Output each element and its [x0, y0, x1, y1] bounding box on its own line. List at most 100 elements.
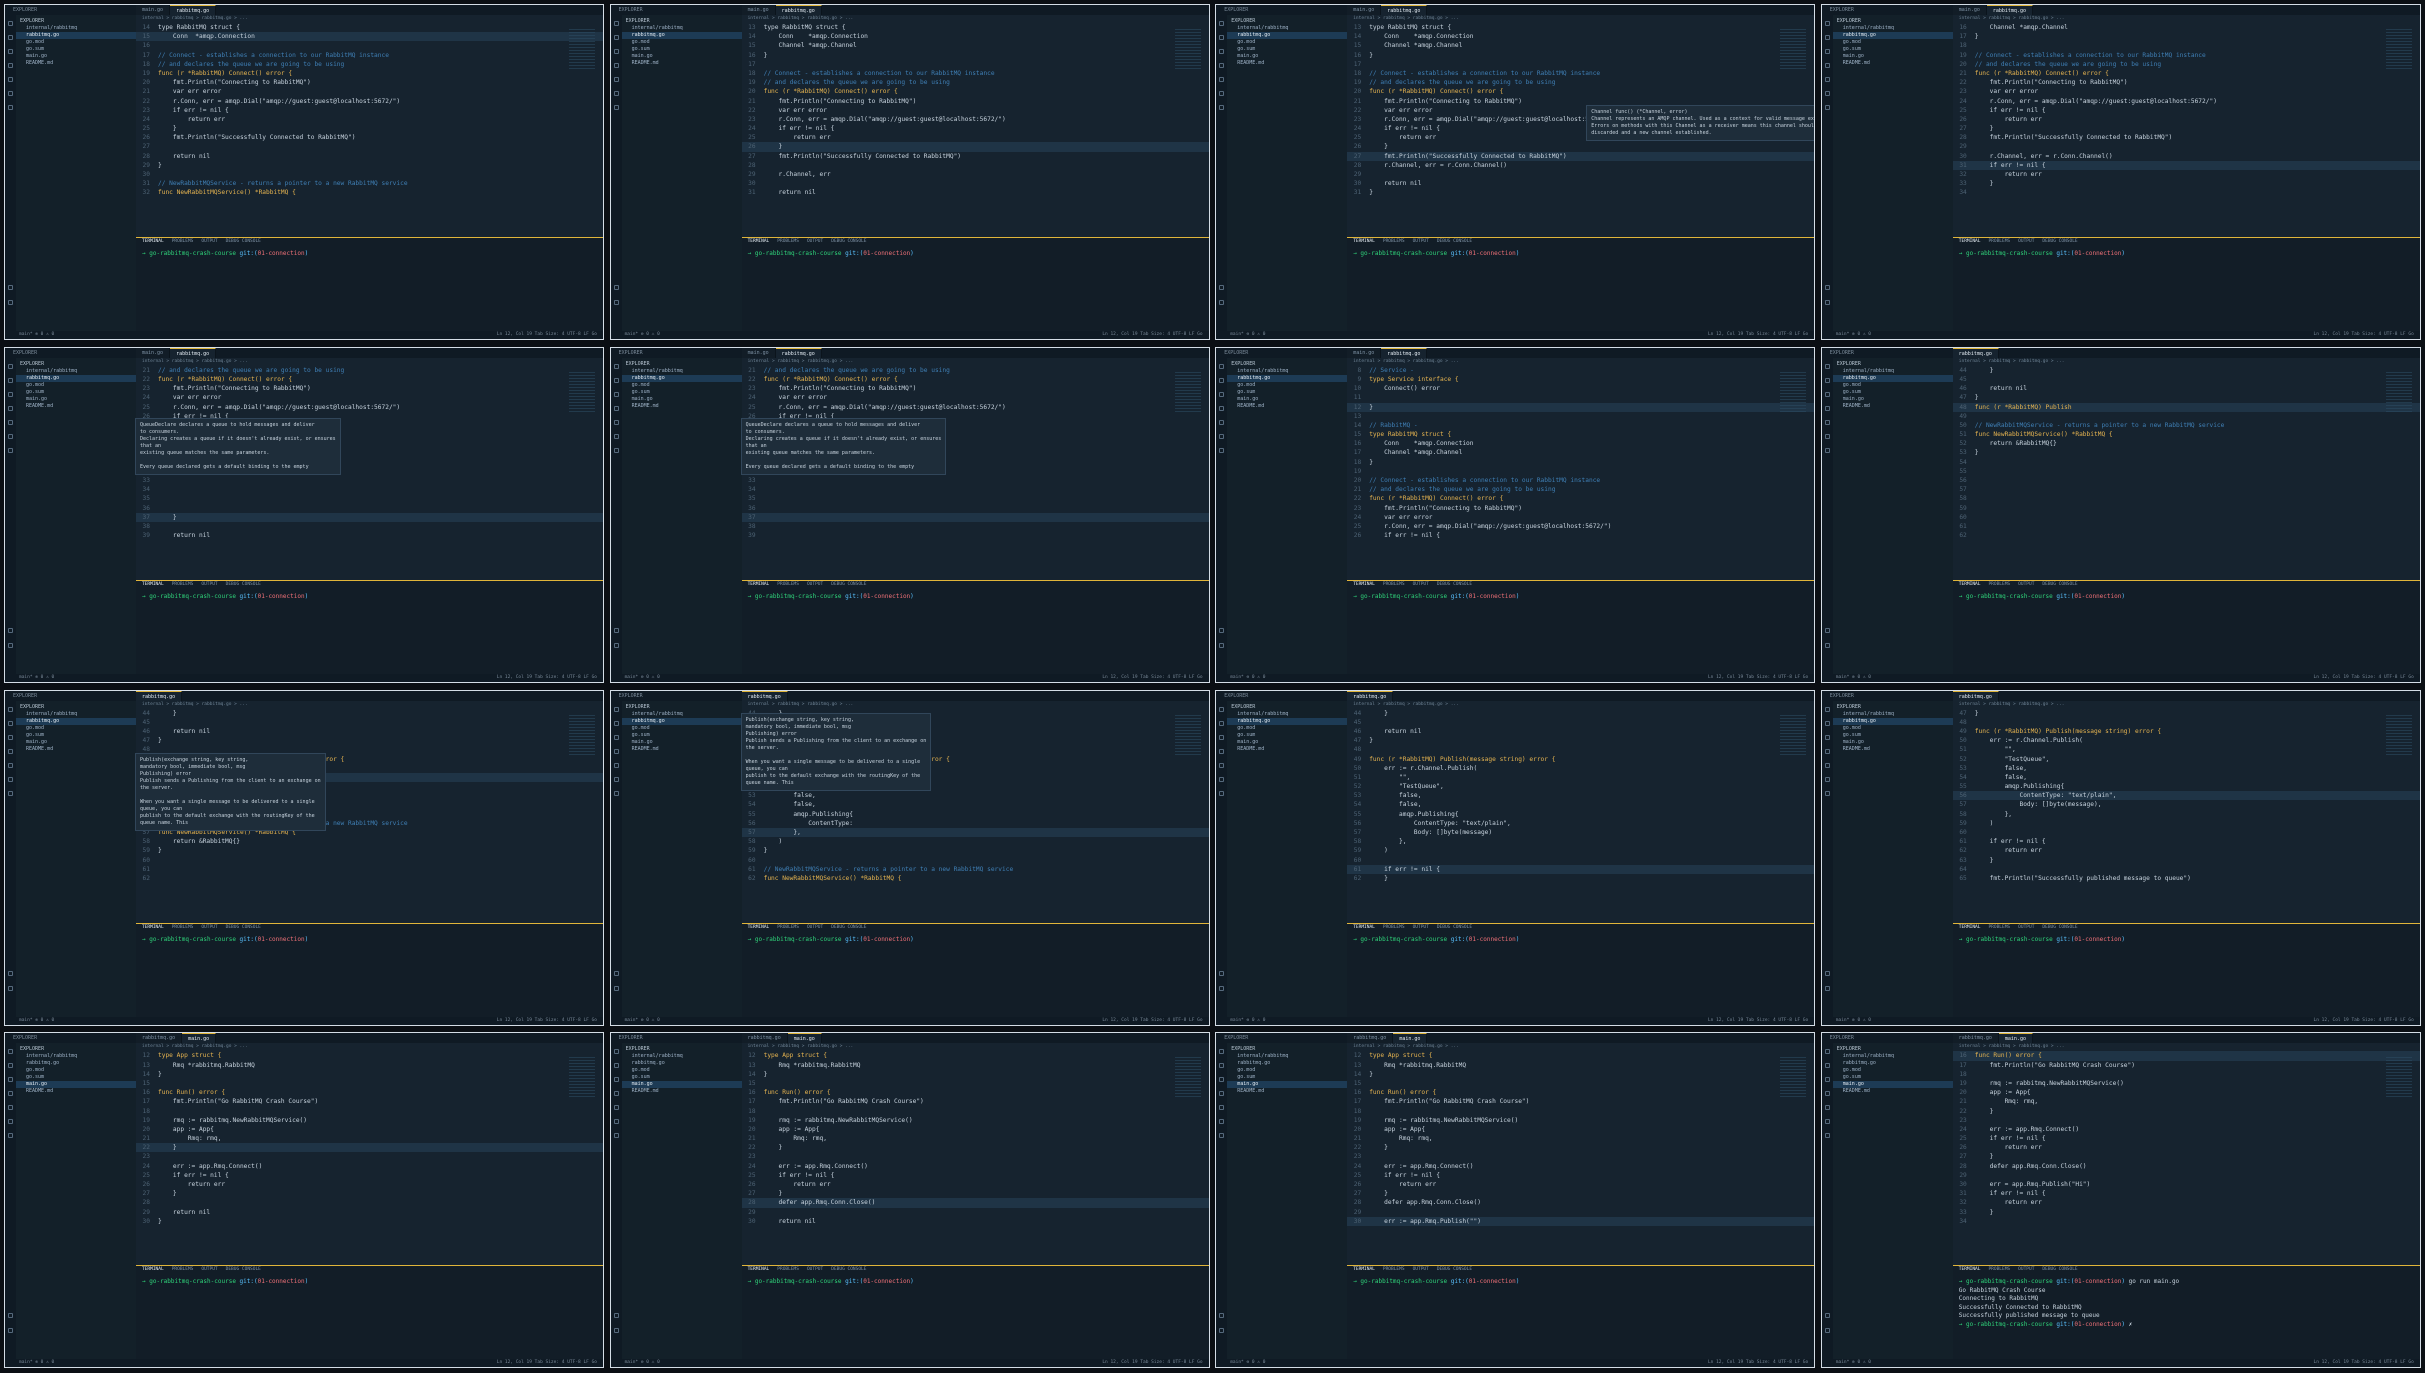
account-icon[interactable] [1824, 1313, 1830, 1319]
file-tree-item[interactable]: main.go [16, 739, 136, 746]
status-left[interactable]: main* ⊗ 0 ⚠ 0 [1836, 1360, 1871, 1365]
panel-tab[interactable]: DEBUG CONSOLE [226, 925, 261, 930]
account-icon[interactable] [1824, 627, 1830, 633]
status-left[interactable]: main* ⊗ 0 ⚠ 0 [19, 675, 54, 680]
file-tree-item[interactable]: rabbitmq.go [621, 32, 742, 39]
editor-tab[interactable]: main.go [741, 347, 776, 358]
file-tree-item[interactable]: rabbitmq.go [1227, 32, 1348, 39]
status-right[interactable]: Ln 12, Col 19 Tab Size: 4 UTF-8 LF Go [497, 1017, 597, 1025]
breadcrumb[interactable]: internal > rabbitmq > rabbitmq.go > ... [1953, 15, 2420, 23]
files-icon[interactable] [1219, 1049, 1225, 1055]
panel-tab[interactable]: PROBLEMS [777, 925, 799, 930]
panel-tab[interactable]: PROBLEMS [1383, 925, 1405, 930]
extensions-icon[interactable] [1824, 1105, 1830, 1111]
panel-tab[interactable]: DEBUG CONSOLE [226, 1267, 261, 1272]
search-icon[interactable] [1219, 35, 1225, 40]
run-icon[interactable] [1219, 405, 1225, 411]
panel-tab[interactable]: DEBUG CONSOLE [226, 582, 261, 587]
panel-tab[interactable]: DEBUG CONSOLE [226, 239, 261, 244]
account-icon[interactable] [613, 285, 619, 290]
extensions-icon[interactable] [1824, 419, 1830, 425]
docker-icon[interactable] [1824, 1119, 1830, 1125]
docker-icon[interactable] [1219, 1119, 1225, 1125]
code-editor[interactable]: internal > rabbitmq > rabbitmq.go > ... 1… [1952, 15, 2420, 237]
file-tree-item[interactable]: go.mod [1833, 382, 1953, 389]
search-icon[interactable] [1219, 377, 1225, 383]
file-tree-item[interactable]: go.sum [1227, 732, 1347, 739]
file-tree-item[interactable]: main.go [622, 739, 742, 746]
search-icon[interactable] [1824, 35, 1830, 40]
panel-tab[interactable]: TERMINAL [1959, 239, 1981, 244]
panel-tab[interactable]: PROBLEMS [1383, 1267, 1405, 1272]
file-tree-item[interactable]: go.sum [622, 46, 742, 53]
search-icon[interactable] [8, 377, 13, 383]
editor-tab[interactable]: rabbitmq.go [136, 1033, 183, 1044]
breadcrumb[interactable]: internal > rabbitmq > rabbitmq.go > ... [136, 358, 603, 366]
test-icon[interactable] [613, 1133, 619, 1139]
files-icon[interactable] [613, 706, 619, 712]
file-tree-item[interactable]: main.go [1833, 396, 1953, 403]
file-tree-item[interactable]: internal/rabbitmq [16, 25, 136, 32]
file-tree-item[interactable]: README.md [16, 60, 136, 67]
breadcrumb[interactable]: internal > rabbitmq > rabbitmq.go > ... [136, 15, 603, 23]
account-icon[interactable] [8, 627, 13, 633]
editor-tab[interactable]: main.go [1347, 347, 1382, 358]
search-icon[interactable] [1219, 1063, 1225, 1069]
minimap[interactable] [1174, 714, 1201, 755]
file-tree-item[interactable]: README.md [16, 1088, 136, 1095]
file-tree-item[interactable]: go.sum [1833, 732, 1953, 739]
panel-tab[interactable]: OUTPUT [201, 925, 217, 930]
test-icon[interactable] [8, 1133, 13, 1139]
code-editor[interactable]: internal > rabbitmq > rabbitmq.go > ... 1… [741, 1043, 1209, 1266]
panel-tab[interactable]: TERMINAL [1353, 1267, 1375, 1272]
account-icon[interactable] [8, 285, 13, 290]
minimap[interactable] [569, 29, 595, 69]
file-tree-item[interactable]: go.sum [16, 732, 136, 739]
status-left[interactable]: main* ⊗ 0 ⚠ 0 [1230, 1360, 1265, 1365]
file-tree-item[interactable]: main.go [16, 1081, 136, 1089]
file-tree-item[interactable]: internal/rabbitmq [622, 368, 742, 375]
panel-tab[interactable]: TERMINAL [1959, 925, 1981, 930]
run-icon[interactable] [1219, 748, 1225, 754]
file-tree-item[interactable]: go.sum [622, 732, 742, 739]
status-left[interactable]: main* ⊗ 0 ⚠ 0 [19, 332, 54, 337]
panel-tab[interactable]: TERMINAL [142, 1267, 164, 1272]
docker-icon[interactable] [8, 1119, 13, 1125]
panel-tab[interactable]: DEBUG CONSOLE [2042, 239, 2077, 244]
file-tree-item[interactable]: README.md [1833, 403, 1953, 410]
run-icon[interactable] [613, 1091, 619, 1097]
terminal-output[interactable]: → go-rabbitmq-crash-course git:(01-conne… [1347, 246, 1814, 259]
docker-icon[interactable] [8, 776, 13, 782]
file-tree-item[interactable]: rabbitmq.go [1227, 717, 1348, 725]
panel-tab[interactable]: PROBLEMS [172, 925, 194, 930]
file-tree-item[interactable]: README.md [622, 403, 742, 410]
panel-tab[interactable]: DEBUG CONSOLE [831, 925, 866, 930]
gear-icon[interactable] [8, 1328, 13, 1334]
file-tree-item[interactable]: main.go [16, 53, 136, 60]
file-tree-item[interactable]: go.mod [1227, 39, 1347, 46]
minimap[interactable] [1780, 1057, 1807, 1098]
terminal-output[interactable]: → go-rabbitmq-crash-course git:(01-conne… [136, 932, 603, 945]
panel-tab[interactable]: OUTPUT [201, 239, 217, 244]
file-tree-item[interactable]: README.md [1833, 746, 1953, 753]
file-tree-item[interactable]: go.sum [1833, 389, 1953, 396]
file-tree-item[interactable]: main.go [1227, 739, 1347, 746]
code-editor[interactable]: internal > rabbitmq > rabbitmq.go > ... 1… [136, 1043, 603, 1266]
terminal-output[interactable]: → go-rabbitmq-crash-course git:(01-conne… [1347, 589, 1814, 602]
test-icon[interactable] [1824, 105, 1830, 110]
gear-icon[interactable] [1824, 1328, 1830, 1334]
gear-icon[interactable] [1824, 985, 1830, 991]
panel-tab[interactable]: PROBLEMS [1988, 925, 2010, 930]
files-icon[interactable] [1824, 706, 1830, 712]
panel-tab[interactable]: OUTPUT [1413, 925, 1429, 930]
extensions-icon[interactable] [1824, 77, 1830, 82]
source-control-icon[interactable] [1824, 734, 1830, 740]
panel-tab[interactable]: DEBUG CONSOLE [831, 582, 866, 587]
source-control-icon[interactable] [1219, 49, 1225, 54]
file-tree-item[interactable]: internal/rabbitmq [1833, 711, 1953, 718]
run-icon[interactable] [1824, 405, 1830, 411]
docker-icon[interactable] [1824, 91, 1830, 96]
file-tree-item[interactable]: internal/rabbitmq [622, 1053, 742, 1060]
panel-tab[interactable]: OUTPUT [1413, 239, 1429, 244]
terminal-output[interactable]: → go-rabbitmq-crash-course git:(01-conne… [742, 246, 1209, 259]
